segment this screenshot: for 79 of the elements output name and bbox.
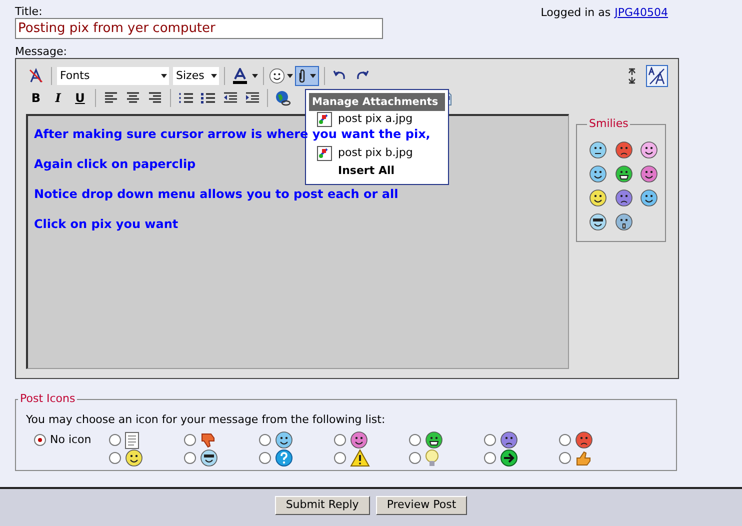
post-icons-intro: You may choose an icon for your message from the following list:: [26, 412, 386, 428]
insert-all-menu-item[interactable]: Insert All: [309, 162, 445, 181]
editor-text-line: Notice drop down menu allows you to post each or all: [34, 187, 398, 202]
image-file-icon: [317, 112, 332, 128]
italic-button[interactable]: I: [48, 88, 68, 108]
smiley-icon[interactable]: [640, 188, 658, 206]
caret-icon: [211, 74, 217, 78]
username-link[interactable]: JPG40504: [614, 5, 668, 22]
smiley-icon[interactable]: [350, 431, 368, 449]
radio-button[interactable]: [409, 434, 421, 446]
smiley-icon[interactable]: [614, 164, 633, 182]
title-input[interactable]: Posting pix from yer computer: [15, 18, 383, 39]
radio-button[interactable]: [259, 452, 271, 464]
radio-button[interactable]: [559, 434, 571, 446]
smiley-icon[interactable]: [589, 212, 607, 230]
smilies-legend: Smilies: [587, 116, 630, 132]
paperclip-icon: [298, 69, 306, 83]
editor-text-line: Again click on paperclip: [34, 157, 196, 172]
message-label: Message:: [15, 45, 68, 58]
smiley-icon[interactable]: [575, 431, 593, 449]
menu-header: Manage Attachments: [309, 93, 445, 111]
smiley-icon[interactable]: [614, 212, 633, 230]
radio-button[interactable]: [334, 452, 346, 464]
mode-toggle-button[interactable]: [646, 65, 668, 87]
align-left-icon[interactable]: [104, 92, 118, 104]
radio-button[interactable]: [109, 452, 121, 464]
radio-button[interactable]: [484, 434, 496, 446]
caret-icon: [252, 74, 258, 78]
attachment-menu-item[interactable]: post pix b.jpg: [309, 144, 445, 162]
smiley-icon[interactable]: [589, 188, 607, 206]
login-text: Logged in as: [540, 5, 611, 21]
caret-icon: [287, 74, 293, 78]
smiley-icon[interactable]: [200, 449, 218, 467]
smiley-icon[interactable]: [614, 188, 633, 206]
bulb-icon: [425, 449, 439, 467]
globe-link-icon[interactable]: [273, 88, 293, 108]
preview-post-button[interactable]: Preview Post: [376, 496, 468, 515]
smiley-icon[interactable]: [589, 164, 607, 182]
smiley-icon[interactable]: [614, 140, 633, 158]
radio-button[interactable]: [34, 434, 46, 446]
radio-button[interactable]: [484, 452, 496, 464]
smiley-icon[interactable]: [640, 164, 658, 182]
size-select[interactable]: Sizes: [173, 67, 219, 85]
radio-button[interactable]: [334, 434, 346, 446]
post-icons-legend: Post Icons: [18, 391, 78, 408]
smiley-icon[interactable]: [275, 431, 293, 449]
radio-button[interactable]: [409, 452, 421, 464]
question-icon: [275, 449, 293, 467]
align-center-icon[interactable]: [126, 92, 140, 104]
caret-icon: [310, 74, 316, 78]
thumbs-down-icon: [200, 432, 217, 448]
bold-button[interactable]: B: [26, 88, 46, 108]
thumbs-up-icon: [575, 450, 592, 466]
title-label: Title:: [15, 5, 44, 18]
smiley-icon[interactable]: [269, 68, 285, 84]
smiley-icon[interactable]: [589, 140, 607, 158]
page-icon: [125, 432, 139, 448]
no-icon-label: No icon: [50, 432, 92, 448]
underline-button[interactable]: U: [70, 88, 90, 108]
smiley-icon[interactable]: [640, 140, 658, 158]
attachment-menu-item[interactable]: post pix a.jpg: [309, 111, 445, 128]
radio-button[interactable]: [184, 452, 196, 464]
warning-icon: [350, 449, 370, 467]
font-select[interactable]: Fonts: [57, 67, 169, 85]
image-file-icon: [317, 146, 332, 161]
radio-button[interactable]: [109, 434, 121, 446]
smiley-icon[interactable]: [425, 431, 443, 449]
smiley-icon[interactable]: [125, 449, 143, 467]
submit-reply-button[interactable]: Submit Reply: [274, 496, 370, 515]
radio-button[interactable]: [259, 434, 271, 446]
editor-text-line: Click on pix you want: [34, 217, 178, 232]
smiley-icon[interactable]: [500, 431, 518, 449]
paperclip-button[interactable]: [295, 66, 319, 86]
resize-arrows-icon[interactable]: [628, 68, 636, 84]
align-right-icon[interactable]: [148, 92, 162, 104]
radio-button[interactable]: [184, 434, 196, 446]
font-color-icon[interactable]: [230, 66, 250, 86]
radio-button[interactable]: [559, 452, 571, 464]
caret-icon: [161, 74, 167, 78]
